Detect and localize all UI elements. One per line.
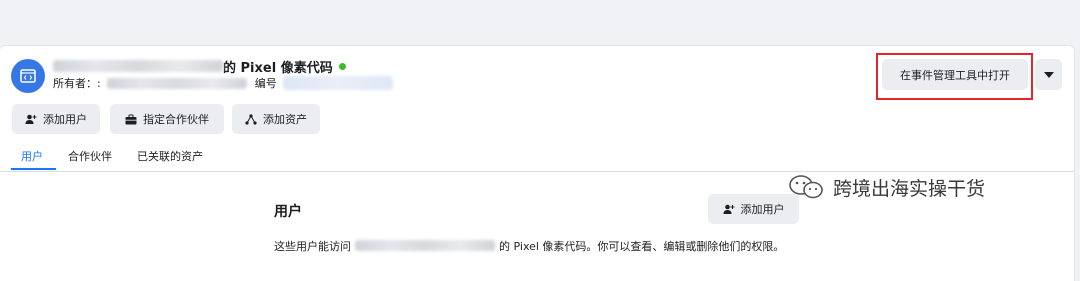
description-prefix: 这些用户能访问 — [274, 240, 351, 253]
users-section-description: 这些用户能访问 的 Pixel 像素代码。你可以查看、编辑或删除他们的权限。 — [274, 238, 804, 256]
more-options-dropdown[interactable] — [1035, 59, 1062, 90]
pixel-detail-card: 的 Pixel 像素代码 所有者：: 编号 在事件管理工具中打开 添加用户 指定… — [0, 45, 1075, 281]
briefcase-icon — [125, 114, 137, 125]
add-asset-button[interactable]: 添加资产 — [232, 104, 320, 134]
wechat-icon — [789, 175, 823, 199]
watermark: 跨境出海实操干货 — [787, 172, 985, 202]
pixel-title-suffix: 的 Pixel 像素代码 — [223, 60, 333, 76]
watermark-text: 跨境出海实操干货 — [833, 177, 986, 200]
owner-label: 所有者：: — [53, 77, 101, 90]
tab-partners[interactable]: 合作伙伴 — [68, 148, 112, 164]
section-add-user-button[interactable]: 添加用户 — [708, 194, 799, 224]
add-person-icon — [723, 204, 735, 215]
pixel-avatar — [11, 59, 45, 93]
tab-bar: 用户 合作伙伴 已关联的资产 — [0, 144, 1074, 172]
redacted-name — [53, 60, 223, 72]
add-user-button[interactable]: 添加用户 — [12, 104, 100, 134]
active-status-dot — [338, 62, 346, 70]
pixel-title: 的 Pixel 像素代码 — [53, 57, 346, 76]
users-section-title: 用户 — [274, 204, 302, 220]
active-tab-indicator — [11, 168, 56, 170]
share-nodes-icon — [245, 113, 257, 125]
highlight-box — [876, 53, 1033, 100]
owner-info: 所有者：: 编号 — [53, 75, 393, 91]
tab-users[interactable]: 用户 — [21, 148, 43, 164]
redacted-name — [355, 240, 495, 251]
redacted-owner — [106, 77, 247, 89]
code-icon — [20, 69, 36, 83]
tab-linked-assets[interactable]: 已关联的资产 — [137, 148, 203, 164]
description-suffix: 的 Pixel 像素代码。你可以查看、编辑或删除他们的权限。 — [499, 240, 785, 253]
caret-down-icon — [1043, 71, 1054, 78]
assign-partner-button[interactable]: 指定合作伙伴 — [110, 104, 224, 134]
add-person-icon — [25, 114, 37, 125]
redacted-id — [282, 76, 393, 90]
id-label: 编号 — [254, 77, 277, 90]
